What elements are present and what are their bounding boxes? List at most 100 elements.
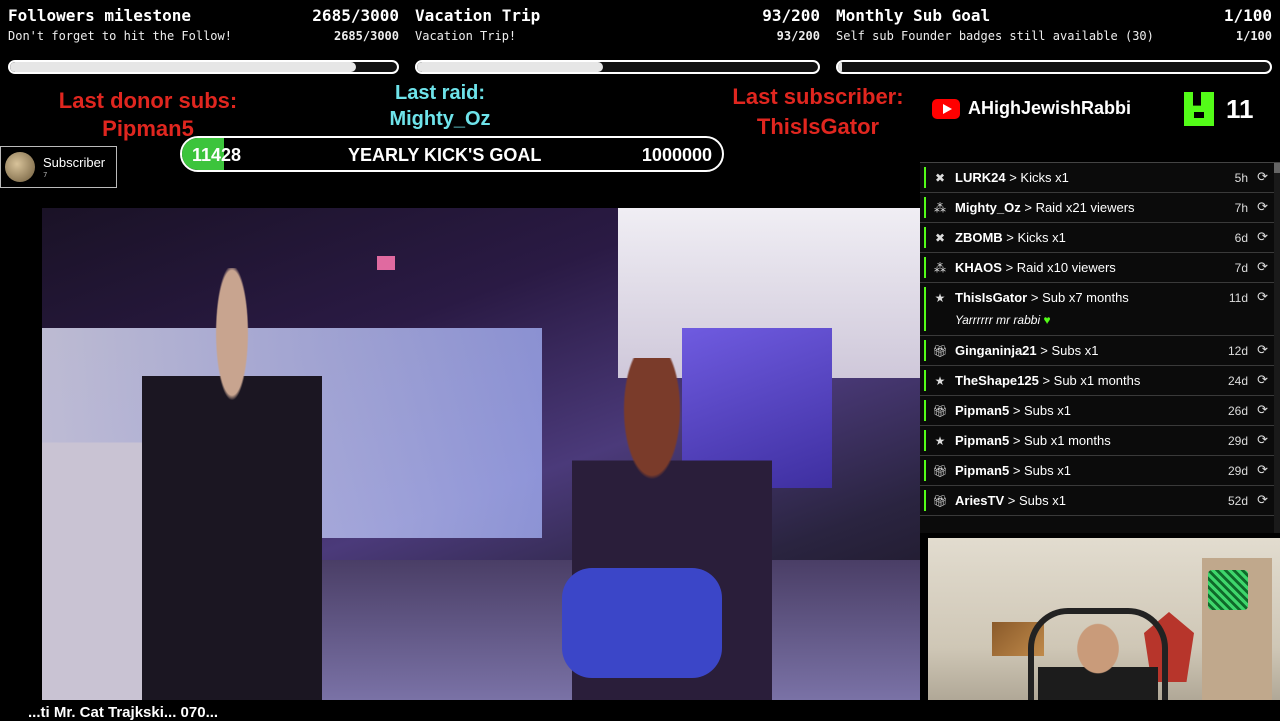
event-action: > Raid x10 viewers xyxy=(1005,260,1116,275)
event-accent xyxy=(924,370,926,391)
last-raid-label: Last raid: xyxy=(394,82,486,104)
replay-icon[interactable]: ⟳ xyxy=(1257,200,1268,215)
event-row: ✖ LURK24 > Kicks x1 5h ⟳ xyxy=(920,163,1280,193)
star-icon: ★ xyxy=(934,291,946,305)
kick-goal-label: YEARLY KICK'S GOAL xyxy=(348,145,542,165)
event-age: 52d xyxy=(1227,494,1248,508)
event-row: ★ ThisIsGator > Sub x7 months 11d ⟳ Yarrrrrr… xyxy=(920,283,1280,336)
ticker-text: ...ti Mr. Cat Trajkski... 070... xyxy=(28,704,219,721)
goal-count: 93/200 xyxy=(762,6,820,25)
replay-icon[interactable]: ⟳ xyxy=(1257,230,1268,245)
kick-icon: ✖ xyxy=(934,231,946,245)
event-row: 🎁︎ Ginganinja21 > Subs x1 12d ⟳ xyxy=(920,336,1280,366)
goal-subtitle: Self sub Founder badges still available … xyxy=(836,29,1154,43)
event-age: 12d xyxy=(1227,344,1248,358)
avatar xyxy=(5,152,35,182)
replay-icon[interactable]: ⟳ xyxy=(1257,170,1268,185)
video-person xyxy=(142,268,322,700)
event-user: TheShape125 xyxy=(955,373,1039,388)
sub-goal: Monthly Sub Goal 1/100 Self sub Founder … xyxy=(836,0,1272,80)
star-icon: ★ xyxy=(934,374,946,388)
event-accent xyxy=(924,257,926,278)
kick-count-value: 11 xyxy=(1226,93,1254,124)
replay-icon[interactable]: ⟳ xyxy=(1257,403,1268,418)
goal-subcount: 1/100 xyxy=(1235,29,1272,43)
event-accent xyxy=(924,430,926,451)
replay-icon[interactable]: ⟳ xyxy=(1257,463,1268,478)
event-accent xyxy=(924,167,926,188)
event-action: > Raid x21 viewers xyxy=(1024,200,1135,215)
event-action: > Sub x1 months xyxy=(1042,373,1141,388)
event-row: ⁂ Mighty_Oz > Raid x21 viewers 7h ⟳ xyxy=(920,193,1280,223)
video-bag xyxy=(562,568,722,678)
goal-progress-bar xyxy=(415,60,820,74)
raid-icon: ⁂ xyxy=(934,201,946,215)
goal-progress-fill xyxy=(417,62,604,72)
event-accent xyxy=(924,227,926,248)
kick-logo-icon xyxy=(1184,92,1214,126)
event-user: LURK24 xyxy=(955,170,1006,185)
goal-subcount: 93/200 xyxy=(776,29,820,43)
subscriber-count: 7 xyxy=(43,171,48,179)
event-row: 🎁︎ Pipman5 > Subs x1 29d ⟳ xyxy=(920,456,1280,486)
last-donor-label: Last donor subs: xyxy=(58,88,238,113)
replay-icon[interactable]: ⟳ xyxy=(1257,343,1268,358)
event-age: 7d xyxy=(1234,261,1248,275)
heart-icon: ♥ xyxy=(1043,313,1051,327)
goal-title: Monthly Sub Goal xyxy=(836,6,991,25)
event-user: Pipman5 xyxy=(955,463,1010,478)
goal-title: Followers milestone xyxy=(8,6,192,25)
event-action: > Subs x1 xyxy=(1040,343,1099,358)
goal-progress-fill xyxy=(838,62,843,72)
event-age: 7h xyxy=(1234,201,1248,215)
kick-viewer-count: 11 xyxy=(1184,92,1254,126)
event-action: > Subs x1 xyxy=(1012,463,1071,478)
event-action: > Subs x1 xyxy=(1012,403,1071,418)
event-age: 29d xyxy=(1227,434,1248,448)
youtube-channel-name: AHighJewishRabbi xyxy=(968,98,1132,118)
bottom-ticker: ...ti Mr. Cat Trajkski... 070... xyxy=(0,700,1280,721)
event-age: 29d xyxy=(1227,464,1248,478)
scrollbar-thumb[interactable] xyxy=(1274,163,1280,173)
event-user: Ginganinja21 xyxy=(955,343,1037,358)
event-accent xyxy=(924,340,926,361)
raid-icon: ⁂ xyxy=(934,261,946,275)
event-accent xyxy=(924,400,926,421)
goal-title: Vacation Trip xyxy=(415,6,541,25)
kick-goal-current: 11428 xyxy=(192,145,242,165)
replay-icon[interactable]: ⟳ xyxy=(1257,373,1268,388)
event-age: 6d xyxy=(1234,231,1248,245)
event-row: ★ Pipman5 > Sub x1 months 29d ⟳ xyxy=(920,426,1280,456)
event-age: 24d xyxy=(1227,374,1248,388)
replay-icon[interactable]: ⟳ xyxy=(1257,493,1268,508)
replay-icon[interactable]: ⟳ xyxy=(1257,260,1268,275)
event-user: AriesTV xyxy=(955,493,1005,508)
stream-video xyxy=(42,208,920,700)
youtube-icon xyxy=(932,98,960,119)
event-list: ✖ LURK24 > Kicks x1 5h ⟳ ⁂ Mighty_Oz > Raid … xyxy=(920,162,1280,533)
star-icon: ★ xyxy=(934,434,946,448)
event-row: 🎁︎ AriesTV > Subs x1 52d ⟳ xyxy=(920,486,1280,516)
youtube-channel: AHighJewishRabbi xyxy=(932,98,1131,119)
replay-icon[interactable]: ⟳ xyxy=(1257,290,1268,305)
event-accent xyxy=(924,197,926,218)
gift-icon: 🎁︎ xyxy=(932,344,948,358)
event-user: KHAOS xyxy=(955,260,1002,275)
last-raid-name: Mighty_Oz xyxy=(389,108,491,130)
event-row: ★ TheShape125 > Sub x1 months 24d ⟳ xyxy=(920,366,1280,396)
event-user: Pipman5 xyxy=(955,433,1010,448)
event-action: > Sub x7 months xyxy=(1030,290,1129,305)
video-pink-sign xyxy=(377,256,395,270)
last-subscriber-label: Last subscriber: xyxy=(732,84,904,109)
webcam-feed xyxy=(928,538,1280,720)
followers-goal: Followers milestone 2685/3000 Don't forg… xyxy=(8,0,399,80)
subscriber-badge: Subscriber 7 xyxy=(0,146,117,188)
event-action: > Kicks x1 xyxy=(1009,170,1069,185)
event-list-scrollbar[interactable] xyxy=(1274,163,1280,533)
event-user: Pipman5 xyxy=(955,403,1010,418)
event-user: ZBOMB xyxy=(955,230,1003,245)
event-accent xyxy=(924,490,926,511)
gift-icon: 🎁︎ xyxy=(932,494,948,508)
gift-icon: 🎁︎ xyxy=(932,464,948,478)
replay-icon[interactable]: ⟳ xyxy=(1257,433,1268,448)
